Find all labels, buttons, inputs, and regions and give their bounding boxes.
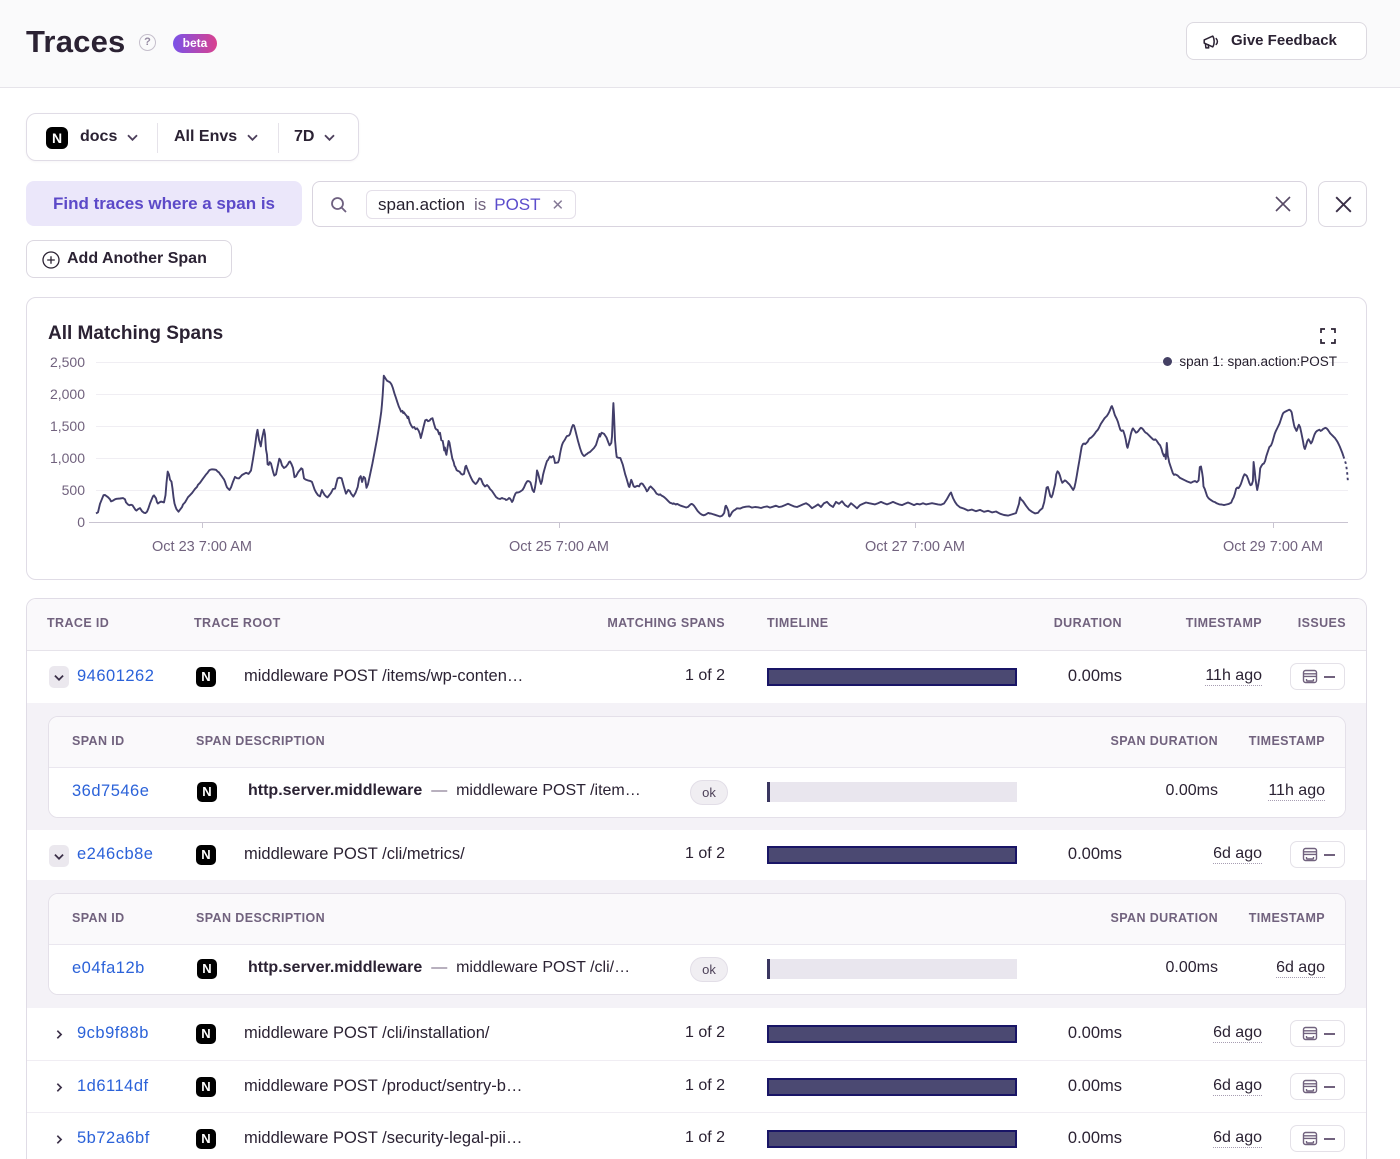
svg-text:2,500: 2,500 (50, 354, 85, 370)
svg-text:Oct 27 7:00 AM: Oct 27 7:00 AM (865, 539, 965, 555)
svg-text:0: 0 (77, 514, 85, 530)
svg-text:Oct 23 7:00 AM: Oct 23 7:00 AM (152, 539, 252, 555)
svg-text:Oct 29 7:00 AM: Oct 29 7:00 AM (1223, 539, 1323, 555)
svg-text:1,000: 1,000 (50, 450, 85, 466)
svg-text:Oct 25 7:00 AM: Oct 25 7:00 AM (509, 539, 609, 555)
svg-text:1,500: 1,500 (50, 418, 85, 434)
svg-text:500: 500 (62, 482, 86, 498)
svg-text:2,000: 2,000 (50, 386, 85, 402)
